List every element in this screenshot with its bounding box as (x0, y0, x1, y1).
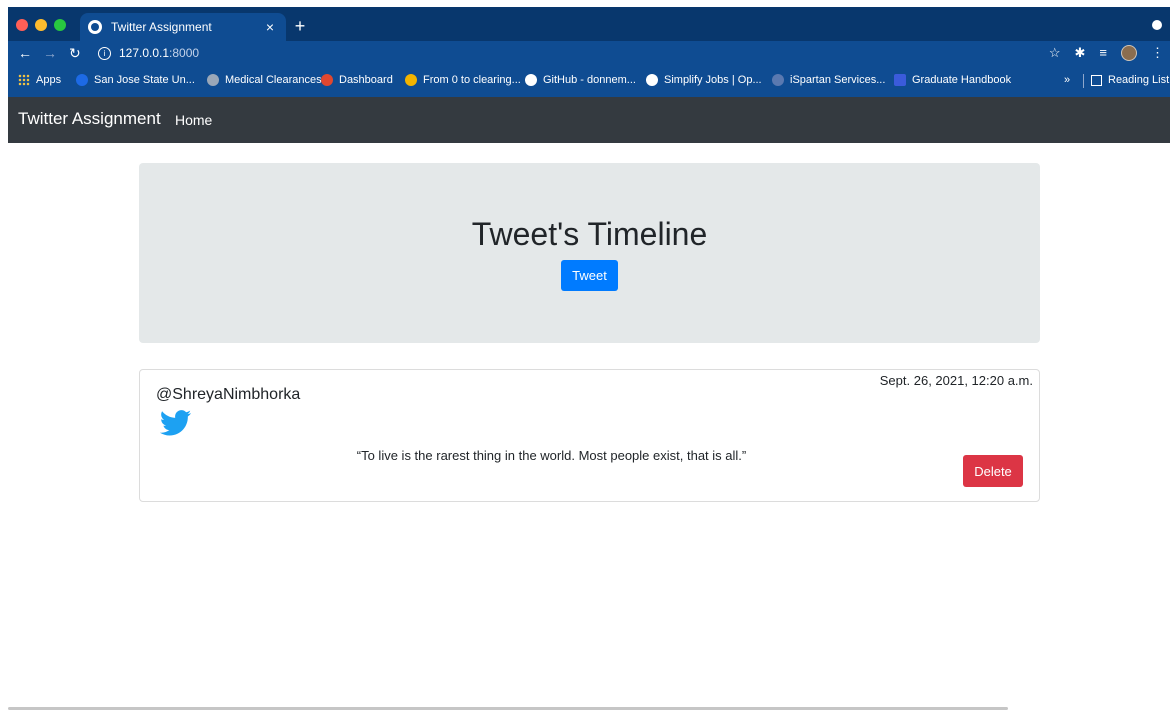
reload-icon[interactable]: ↻ (69, 44, 81, 62)
page-title: Tweet's Timeline (471, 216, 708, 252)
address-bar[interactable]: i 127.0.0.1:8000 (94, 43, 1044, 63)
bookmark-from-zero[interactable]: From 0 to clearing... (405, 73, 521, 87)
new-tab-button[interactable]: + (290, 16, 310, 36)
bookmark-sjsu[interactable]: San Jose State Un... (76, 73, 195, 87)
toolbar-actions: ☆ ✱ ≡ ⋮ (1049, 44, 1164, 62)
bookmark-medical[interactable]: Medical Clearances (207, 73, 322, 87)
url-host: 127.0.0.1 (119, 46, 170, 60)
bookmarks-divider (1083, 74, 1084, 88)
bookmark-label: Simplify Jobs | Op... (664, 74, 762, 86)
dashboard-icon (321, 74, 333, 86)
horizontal-scrollbar[interactable] (8, 707, 1008, 710)
bookmark-label: iSpartan Services... (790, 74, 886, 86)
browser-tab[interactable]: Twitter Assignment × (80, 13, 286, 41)
forward-arrow-icon[interactable]: → (43, 44, 57, 62)
bookmark-graduate-handbook[interactable]: Graduate Handbook (894, 73, 1011, 87)
tweet-card: @ShreyaNimbhorka Sept. 26, 2021, 12:20 a… (139, 369, 1040, 502)
tweet-text: “To live is the rarest thing in the worl… (356, 448, 747, 463)
bookmarks-bar: Apps San Jose State Un... Medical Cleara… (8, 65, 1170, 97)
nav-link-home[interactable]: Home (175, 112, 212, 128)
site-info-icon[interactable]: i (98, 46, 111, 60)
bookmark-github[interactable]: GitHub - donnem... (525, 73, 636, 87)
media-queue-icon[interactable]: ≡ (1099, 44, 1107, 62)
ispartan-icon (772, 74, 784, 86)
browser-toolbar: ← → ↻ i 127.0.0.1:8000 ☆ ✱ ≡ ⋮ (8, 41, 1170, 65)
tweet-handle: @ShreyaNimbhorka (156, 386, 301, 403)
tweet-button[interactable]: Tweet (561, 260, 618, 291)
site-navbar: Twitter Assignment Home (8, 97, 1170, 143)
tab-close-button[interactable]: × (262, 19, 278, 35)
back-arrow-icon[interactable]: ← (18, 44, 32, 62)
apps-grid-icon (18, 74, 30, 86)
bookmark-apps[interactable]: Apps (18, 73, 61, 87)
github-icon (525, 74, 537, 86)
minimize-window-button[interactable] (35, 19, 47, 31)
bookmark-label: Dashboard (339, 74, 393, 86)
bookmarks-overflow-button[interactable]: » (1064, 73, 1070, 87)
close-window-button[interactable] (16, 19, 28, 31)
medical-icon (207, 74, 219, 86)
browser-chrome: Twitter Assignment × + ← → ↻ i 127.0.0.1… (8, 7, 1170, 97)
bookmark-label: Graduate Handbook (912, 74, 1012, 86)
handbook-icon (894, 74, 906, 86)
reading-list-icon (1091, 74, 1102, 86)
globe-icon (88, 20, 102, 34)
bookmark-label: Apps (36, 74, 62, 86)
sjsu-icon (76, 74, 88, 86)
tab-title: Twitter Assignment (111, 20, 212, 34)
url-port: :8000 (169, 46, 200, 60)
bookmark-label: Medical Clearances (225, 74, 322, 86)
maximize-window-button[interactable] (54, 19, 66, 31)
navbar-brand[interactable]: Twitter Assignment (18, 109, 161, 129)
bookmark-simplify[interactable]: Simplify Jobs | Op... (646, 73, 762, 87)
bookmark-label: From 0 to clearing... (423, 74, 521, 86)
bookmark-label: San Jose State Un... (94, 74, 195, 86)
tab-strip: Twitter Assignment × + (8, 7, 1170, 41)
simplify-icon (646, 74, 658, 86)
twitter-bird-icon (160, 410, 192, 436)
bookmark-label: GitHub - donnem... (543, 74, 636, 86)
extensions-puzzle-icon[interactable]: ✱ (1075, 44, 1086, 62)
window-controls (16, 19, 66, 31)
tweet-timestamp: Sept. 26, 2021, 12:20 a.m. (879, 373, 1033, 388)
bookmark-dashboard[interactable]: Dashboard (321, 73, 393, 87)
hashnode-icon (405, 74, 417, 86)
reading-list-label: Reading List (1108, 74, 1170, 86)
timeline-header: Tweet's Timeline Tweet (139, 163, 1040, 343)
avatar[interactable] (1121, 45, 1137, 61)
kebab-menu-icon[interactable]: ⋮ (1151, 44, 1164, 62)
reading-list-button[interactable]: Reading List (1091, 73, 1169, 87)
bookmark-ispartan[interactable]: iSpartan Services... (772, 73, 885, 87)
bookmark-star-icon[interactable]: ☆ (1049, 44, 1061, 62)
delete-button[interactable]: Delete (963, 455, 1023, 487)
profile-menu-icon[interactable] (1152, 20, 1162, 30)
